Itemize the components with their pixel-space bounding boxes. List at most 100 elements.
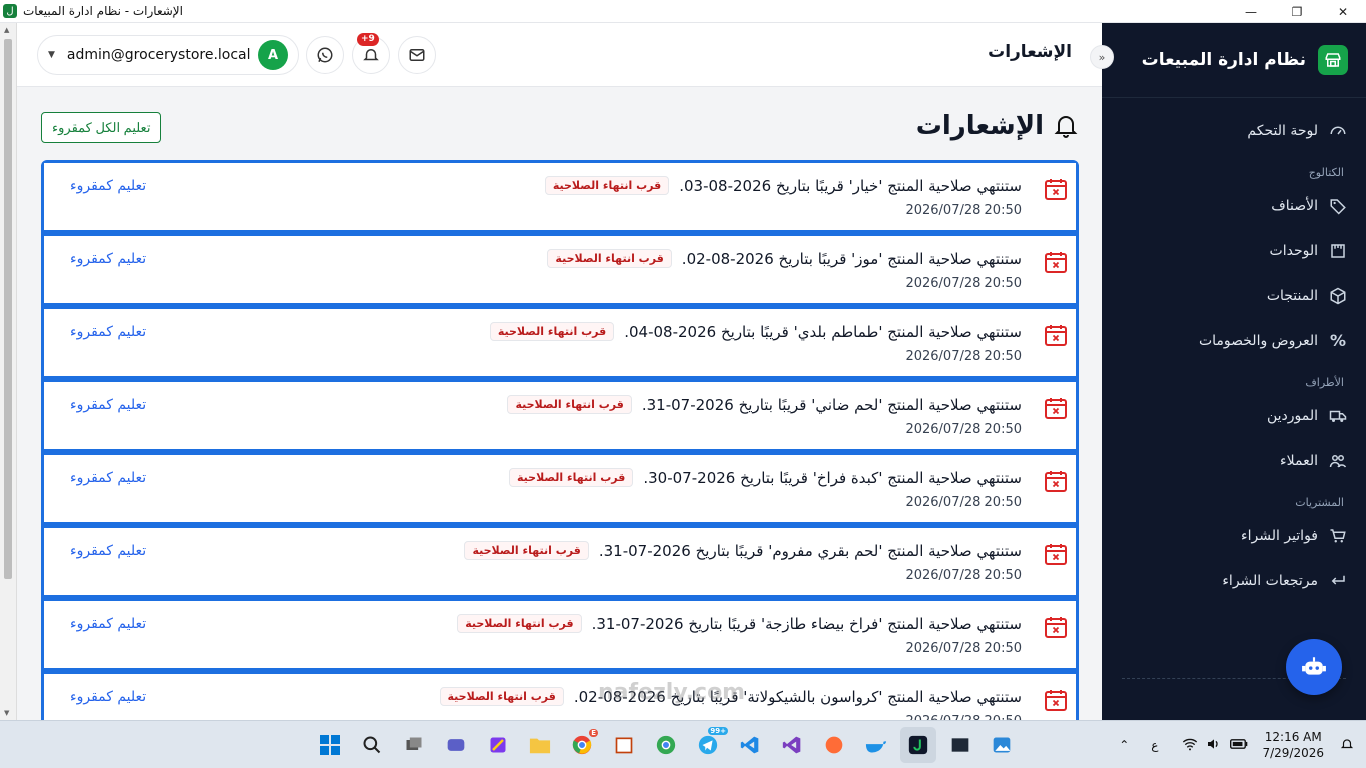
calendar-x-icon	[1045, 325, 1067, 346]
notification-badge: +9	[357, 33, 379, 46]
scroll-down-icon[interactable]: ▼	[4, 709, 9, 717]
notification-message: ستنتهي صلاحية المنتج 'لحم بقري مفروم' قر…	[464, 541, 1022, 560]
notification-text: ستنتهي صلاحية المنتج 'لحم ضاني' قريبًا ب…	[641, 395, 1022, 414]
mark-all-read-button[interactable]: تعليم الكل كمقروء	[41, 112, 162, 143]
messages-button[interactable]	[398, 36, 436, 74]
mark-read-link[interactable]: تعليم كمقروء	[70, 470, 146, 486]
volume-icon[interactable]	[1206, 737, 1222, 754]
sidebar-brand[interactable]: نظام ادارة المبيعات	[1102, 23, 1366, 98]
notification-time: 2026/07/28 20:50	[905, 422, 1022, 437]
chevron-up-icon[interactable]: ⌃	[1119, 738, 1129, 752]
search-icon[interactable]	[354, 727, 390, 763]
taskbar-clock[interactable]: 12:16 AM 7/29/2026	[1262, 729, 1324, 761]
mark-read-link[interactable]: تعليم كمقروء	[70, 178, 146, 194]
mark-read-link[interactable]: تعليم كمقروء	[70, 251, 146, 267]
sidebar-item-label: مرتجعات الشراء	[1222, 572, 1318, 589]
notification-message: ستنتهي صلاحية المنتج 'طماطم بلدي' قريبًا…	[489, 322, 1022, 341]
notification-message: ستنتهي صلاحية المنتج 'فراخ بيضاء طازجة' …	[457, 614, 1022, 633]
close-button[interactable]: ✕	[1320, 0, 1366, 23]
minimize-button[interactable]: —	[1228, 0, 1274, 23]
expiry-tag: قرب انتهاء الصلاحية	[489, 322, 615, 341]
notification-time: 2026/07/28 20:50	[905, 495, 1022, 510]
collapse-sidebar-button[interactable]: «	[1090, 45, 1114, 69]
percent-icon: %	[1329, 331, 1347, 350]
whatsapp-button[interactable]	[306, 36, 344, 74]
notifications-center-icon[interactable]	[1340, 737, 1354, 754]
sidebar-item-customers[interactable]: العملاء	[1102, 438, 1366, 483]
chrome-alt-icon[interactable]	[648, 727, 684, 763]
notification-text: ستنتهي صلاحية المنتج 'خيار' قريبًا بتاري…	[679, 176, 1022, 195]
bell-icon	[363, 49, 379, 61]
file-explorer-icon[interactable]	[522, 727, 558, 763]
mark-read-link[interactable]: تعليم كمقروء	[70, 543, 146, 559]
notification-item[interactable]: ستنتهي صلاحية المنتج 'خيار' قريبًا بتاري…	[44, 163, 1076, 230]
postman-icon[interactable]	[816, 727, 852, 763]
windows-start-icon[interactable]	[312, 727, 348, 763]
calendar-x-icon	[1045, 179, 1067, 200]
sidebar-item-purchase-returns[interactable]: مرتجعات الشراء	[1102, 558, 1366, 603]
vscode-icon[interactable]	[732, 727, 768, 763]
notifications-button[interactable]: +9	[352, 33, 390, 74]
screen-capture-icon[interactable]	[942, 727, 978, 763]
chatbot-button[interactable]	[1286, 639, 1342, 695]
sidebar-item-label: فواتير الشراء	[1241, 527, 1318, 544]
sidebar-item-label: الموردين	[1266, 407, 1318, 424]
snipping-icon[interactable]	[480, 727, 516, 763]
mark-read-link[interactable]: تعليم كمقروء	[70, 689, 146, 705]
photos-icon[interactable]	[984, 727, 1020, 763]
battery-icon[interactable]	[1230, 738, 1248, 753]
user-menu[interactable]: ▼ admin@grocerystore.local A	[37, 35, 299, 75]
sidebar-item-label: العروض والخصومات	[1198, 332, 1318, 349]
mark-read-link[interactable]: تعليم كمقروء	[70, 616, 146, 632]
calendar-app-icon[interactable]	[606, 727, 642, 763]
heading-text: الإشعارات	[915, 111, 1044, 141]
sidebar-item-purchase-invoices[interactable]: فواتير الشراء	[1102, 513, 1366, 558]
whatsapp-icon	[317, 47, 333, 63]
robot-icon	[1302, 657, 1326, 675]
notification-item[interactable]: ستنتهي صلاحية المنتج 'موز' قريبًا بتاريخ…	[44, 236, 1076, 303]
bell-icon	[1054, 116, 1078, 138]
sidebar-item-products[interactable]: المنتجات	[1102, 273, 1366, 318]
notification-item[interactable]: ستنتهي صلاحية المنتج 'لحم ضاني' قريبًا ب…	[44, 382, 1076, 449]
notification-item[interactable]: ستنتهي صلاحية المنتج 'كرواسون بالشيكولات…	[44, 674, 1076, 720]
chevron-down-icon: ▼	[48, 50, 55, 60]
taskbar: E 99+ ⌃ ع 12:16 AM 7/29/2026	[0, 720, 1366, 768]
notification-item[interactable]: ستنتهي صلاحية المنتج 'كبدة فراخ' قريبًا …	[44, 455, 1076, 522]
notification-text: ستنتهي صلاحية المنتج 'فراخ بيضاء طازجة' …	[591, 614, 1022, 633]
meet-icon[interactable]	[438, 727, 474, 763]
telegram-icon[interactable]: 99+	[690, 727, 728, 763]
main-content: الإشعارات تعليم الكل كمقروء ستنتهي صلاحي…	[17, 87, 1102, 720]
sidebar-item-categories[interactable]: الأصناف	[1102, 183, 1366, 228]
sales-app-taskbar-icon[interactable]	[900, 727, 936, 763]
calendar-x-icon	[1045, 617, 1067, 638]
notification-item[interactable]: ستنتهي صلاحية المنتج 'طماطم بلدي' قريبًا…	[44, 309, 1076, 376]
sidebar-item-offers[interactable]: % العروض والخصومات	[1102, 318, 1366, 363]
chrome-icon[interactable]: E	[564, 727, 600, 763]
restore-button[interactable]: ❐	[1274, 0, 1320, 23]
notification-item[interactable]: ستنتهي صلاحية المنتج 'فراخ بيضاء طازجة' …	[44, 601, 1076, 668]
scroll-up-icon[interactable]: ▲	[4, 26, 9, 34]
docker-icon[interactable]	[858, 727, 894, 763]
sidebar-section-purchases: المشتريات	[1295, 496, 1344, 509]
clock-time: 12:16 AM	[1264, 730, 1322, 744]
notification-time: 2026/07/28 20:50	[905, 203, 1022, 218]
sidebar-item-units[interactable]: الوحدات	[1102, 228, 1366, 273]
sidebar-item-suppliers[interactable]: الموردين	[1102, 393, 1366, 438]
notification-time: 2026/07/28 20:50	[905, 276, 1022, 291]
sidebar-item-dashboard[interactable]: لوحة التحكم	[1102, 108, 1366, 153]
sidebar-section-catalog: الكتالوج	[1308, 166, 1344, 179]
wifi-icon[interactable]	[1182, 737, 1198, 754]
notification-time: 2026/07/28 20:50	[905, 641, 1022, 656]
scrollbar-thumb[interactable]	[4, 39, 12, 579]
telegram-badge: 99+	[708, 727, 728, 735]
task-view-icon[interactable]	[396, 727, 432, 763]
expiry-tag: قرب انتهاء الصلاحية	[544, 176, 670, 195]
page-scrollbar[interactable]: ▲ ▼	[0, 23, 17, 720]
visual-studio-icon[interactable]	[774, 727, 810, 763]
language-indicator[interactable]: ع	[1151, 738, 1158, 752]
mark-read-link[interactable]: تعليم كمقروء	[70, 397, 146, 413]
mark-read-link[interactable]: تعليم كمقروء	[70, 324, 146, 340]
notification-item[interactable]: ستنتهي صلاحية المنتج 'لحم بقري مفروم' قر…	[44, 528, 1076, 595]
app-icon: ل	[3, 4, 17, 18]
notification-text: ستنتهي صلاحية المنتج 'طماطم بلدي' قريبًا…	[624, 322, 1022, 341]
